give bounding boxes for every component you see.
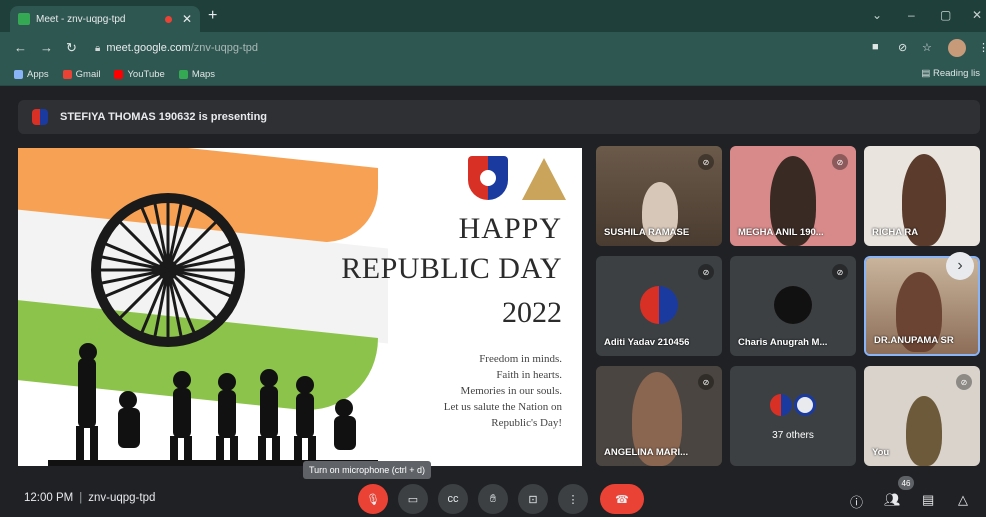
participant-name: Charis Anugrah M... xyxy=(738,337,828,348)
tab-search-icon[interactable]: ⌄ xyxy=(872,8,882,22)
menu-kebab-icon[interactable]: ⋮ xyxy=(978,41,986,54)
soldiers-silhouette xyxy=(48,343,378,466)
meet-favicon-icon xyxy=(18,13,30,25)
presenting-banner: STEFIYA THOMAS 190632 is presenting xyxy=(18,100,980,134)
next-page-chevron-icon[interactable]: › xyxy=(946,252,974,280)
tab-close-icon[interactable]: ✕ xyxy=(182,12,192,26)
self-tile[interactable]: ⊘ You xyxy=(864,366,980,466)
participant-avatar xyxy=(640,286,678,324)
others-tile[interactable]: 37 others xyxy=(730,366,856,466)
share-icon[interactable]: ⊘ xyxy=(898,41,907,54)
presenter-avatar xyxy=(32,109,48,125)
others-avatars xyxy=(770,394,816,416)
muted-mic-icon: ⊘ xyxy=(698,154,714,170)
bookmark-youtube[interactable]: YouTube xyxy=(114,69,165,80)
more-options-button[interactable]: ⋮ xyxy=(558,484,588,514)
lock-icon: 🔒︎ xyxy=(95,42,101,54)
participant-name: MEGHA ANIL 190... xyxy=(738,227,824,238)
bookmark-gmail[interactable]: Gmail xyxy=(62,69,100,80)
meeting-info-icon[interactable]: ⓘ xyxy=(850,492,863,511)
others-count: 37 others xyxy=(772,430,814,441)
tab-title: Meet - znv-uqpg-tpd xyxy=(36,13,126,25)
close-window-button[interactable]: ✕ xyxy=(972,8,982,22)
bookmarks-bar: Apps Gmail YouTube Maps ▤ Reading lis xyxy=(0,64,986,86)
camera-in-use-icon[interactable]: ■ xyxy=(872,41,879,53)
participant-name: SUSHILA RAMASE xyxy=(604,227,690,238)
participant-name: Aditi Yadav 210456 xyxy=(604,337,690,348)
minimize-button[interactable]: – xyxy=(908,8,915,22)
others-avatar-icon xyxy=(794,394,816,416)
bookmark-star-icon[interactable]: ☆ xyxy=(922,41,932,54)
address-bar: ← → ↻ 🔒︎ meet.google.com/znv-uqpg-tpd ■ … xyxy=(0,32,986,64)
bookmark-maps[interactable]: Maps xyxy=(178,69,215,80)
youtube-icon xyxy=(114,70,124,79)
maps-icon xyxy=(178,70,188,79)
participant-tile[interactable]: ⊘ SUSHILA RAMASE xyxy=(596,146,722,246)
school-emblems xyxy=(468,156,566,200)
school-crest-icon xyxy=(468,156,508,200)
slide-title-happy: HAPPY xyxy=(458,212,562,245)
captions-button[interactable]: cc xyxy=(438,484,468,514)
leave-call-button[interactable]: ☎︎ xyxy=(600,484,644,514)
participant-name: RICHA RA xyxy=(872,227,919,238)
url-host: meet.google.com xyxy=(106,42,191,54)
presentation-slide: HAPPY REPUBLIC DAY 2022 Freedom in minds… xyxy=(18,148,582,466)
meet-window: Meet - znv-uqpg-tpd ✕ + ⌄ – ▢ ✕ ← → ↻ 🔒︎… xyxy=(0,0,986,517)
back-icon[interactable]: ← xyxy=(14,40,27,55)
lamp-emblem-icon xyxy=(522,158,566,200)
slide-quote: Freedom in minds. Faith in hearts. Memor… xyxy=(443,353,562,429)
people-count-badge: 46 xyxy=(898,476,914,490)
raise-hand-button[interactable]: ✋︎ xyxy=(478,484,508,514)
forward-icon[interactable]: → xyxy=(40,40,53,55)
others-avatar-icon xyxy=(770,394,792,416)
microphone-off-button[interactable]: 🎙︎ xyxy=(358,484,388,514)
muted-mic-icon: ⊘ xyxy=(956,374,972,390)
gmail-icon xyxy=(62,70,72,79)
browser-tab[interactable]: Meet - znv-uqpg-tpd ✕ xyxy=(10,6,200,32)
present-now-button[interactable]: ⊡ xyxy=(518,484,548,514)
muted-mic-icon: ⊘ xyxy=(832,264,848,280)
participant-name: ANGELINA MARI... xyxy=(604,447,689,458)
meeting-details: 12:00 PM | znv-uqpg-tpd xyxy=(24,492,156,504)
participant-tile[interactable]: ⊘ MEGHA ANIL 190... xyxy=(730,146,856,246)
reload-icon[interactable]: ↻ xyxy=(66,40,77,56)
new-tab-button[interactable]: + xyxy=(208,7,217,25)
participant-name: You xyxy=(872,447,890,458)
muted-mic-icon: ⊘ xyxy=(832,154,848,170)
participant-tile[interactable]: ⊘ ANGELINA MARI... xyxy=(596,366,722,466)
participant-tile[interactable]: ⊘ Charis Anugrah M... xyxy=(730,256,856,356)
microphone-tooltip: Turn on microphone (ctrl + d) xyxy=(303,461,431,479)
slide-title-republic-day: REPUBLIC DAY xyxy=(341,252,562,285)
chat-icon[interactable]: ▤ xyxy=(922,492,934,508)
profile-avatar[interactable] xyxy=(948,39,966,57)
slide-title-year: 2022 xyxy=(502,296,562,329)
apps-grid-icon xyxy=(14,70,23,79)
url-field[interactable]: 🔒︎ meet.google.com/znv-uqpg-tpd xyxy=(95,37,855,59)
participant-tile[interactable]: RICHA RA xyxy=(864,146,980,246)
url-path: /znv-uqpg-tpd xyxy=(190,42,258,54)
reading-list-button[interactable]: ▤ Reading lis xyxy=(921,68,980,79)
participant-tile[interactable]: ⊘ Aditi Yadav 210456 xyxy=(596,256,722,356)
clock-time: 12:00 PM xyxy=(24,492,74,504)
activities-icon[interactable]: △ xyxy=(958,492,968,508)
browser-tab-bar: Meet - znv-uqpg-tpd ✕ + ⌄ – ▢ ✕ xyxy=(0,0,986,32)
meeting-code: znv-uqpg-tpd xyxy=(88,492,156,504)
recording-dot-icon xyxy=(164,15,172,23)
presenting-text: STEFIYA THOMAS 190632 is presenting xyxy=(60,111,268,123)
meeting-control-bar: 12:00 PM | znv-uqpg-tpd 🎙︎ ▭ cc ✋︎ ⊡ ⋮ ☎︎ … xyxy=(0,480,986,517)
participant-name: DR.ANUPAMA SR xyxy=(874,335,954,346)
self-video xyxy=(906,396,942,466)
camera-button[interactable]: ▭ xyxy=(398,484,428,514)
muted-mic-icon: ⊘ xyxy=(698,374,714,390)
muted-mic-icon: ⊘ xyxy=(698,264,714,280)
ashoka-chakra-icon xyxy=(91,193,245,347)
maximize-button[interactable]: ▢ xyxy=(940,8,951,22)
bookmark-apps[interactable]: Apps xyxy=(14,69,49,80)
participant-avatar xyxy=(774,286,812,324)
people-icon[interactable]: 👥︎ xyxy=(884,492,901,508)
